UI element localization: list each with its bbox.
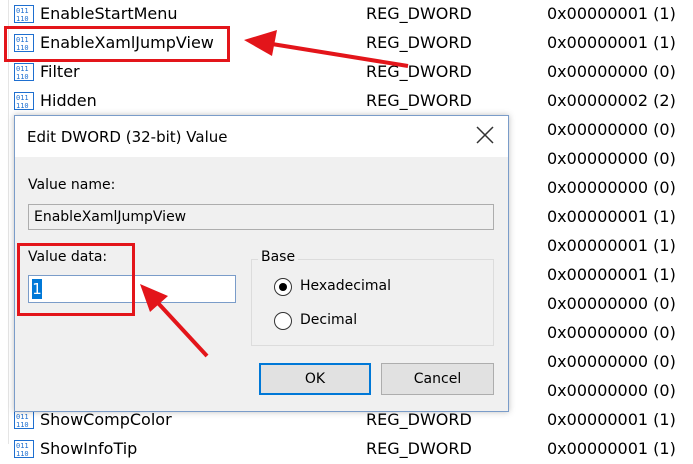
- svg-text:011: 011: [16, 7, 29, 15]
- decimal-label: Decimal: [300, 312, 358, 328]
- base-label: Base: [258, 249, 299, 265]
- hex-radio-circle: [274, 278, 292, 296]
- decimal-radio[interactable]: Decimal: [274, 312, 474, 334]
- hex-radio-dot: [279, 283, 287, 291]
- value-name-label: Value name:: [28, 177, 116, 193]
- registry-row-name: Hidden: [40, 91, 97, 110]
- registry-row[interactable]: 011 110 ShowInfoTip REG_DWORD 0x00000001 (1): [0, 435, 693, 464]
- dialog-title-bar: Edit DWORD (32-bit) Value: [15, 116, 508, 157]
- reg-dword-icon: 011 110: [14, 63, 34, 81]
- registry-row-data: 0x00000000 (0): [547, 323, 676, 342]
- reg-dword-icon: 011 110: [14, 440, 34, 458]
- registry-row-data: 0x00000000 (0): [547, 120, 676, 139]
- registry-row[interactable]: 011 110 Hidden REG_DWORD 0x00000002 (2): [0, 87, 693, 116]
- registry-row-data: 0x00000000 (0): [547, 178, 676, 197]
- registry-row-data: 0x00000001 (1): [547, 33, 676, 52]
- registry-row-data: 0x00000001 (1): [547, 439, 676, 458]
- svg-text:110: 110: [16, 421, 29, 429]
- registry-row-type: REG_DWORD: [366, 62, 472, 81]
- registry-row-data: 0x00000001 (1): [547, 4, 676, 23]
- registry-row-type: REG_DWORD: [366, 33, 472, 52]
- svg-text:011: 011: [16, 94, 29, 102]
- registry-row-name: ShowInfoTip: [40, 439, 138, 458]
- svg-text:110: 110: [16, 15, 29, 23]
- base-groupbox: Base Hexadecimal Decimal: [251, 249, 494, 346]
- reg-dword-icon: 011 110: [14, 5, 34, 23]
- svg-text:110: 110: [16, 102, 29, 110]
- close-icon[interactable]: [474, 124, 496, 146]
- svg-text:011: 011: [16, 442, 29, 450]
- reg-dword-icon: 011 110: [14, 411, 34, 429]
- svg-text:011: 011: [16, 413, 29, 421]
- registry-row-data: 0x00000000 (0): [547, 294, 676, 313]
- registry-row-data: 0x00000001 (1): [547, 207, 676, 226]
- svg-text:110: 110: [16, 450, 29, 458]
- dec-radio-circle: [274, 312, 292, 330]
- registry-row-type: REG_DWORD: [366, 4, 472, 23]
- ok-button[interactable]: OK: [259, 363, 371, 395]
- value-name-field: EnableXamlJumpView: [28, 204, 494, 230]
- registry-row-data: 0x00000000 (0): [547, 352, 676, 371]
- registry-row-data: 0x00000001 (1): [547, 265, 676, 284]
- reg-dword-icon: 011 110: [14, 92, 34, 110]
- dialog-title: Edit DWORD (32-bit) Value: [27, 128, 228, 146]
- registry-row-data: 0x00000000 (0): [547, 381, 676, 400]
- registry-row[interactable]: 011 110 Filter REG_DWORD 0x00000000 (0): [0, 58, 693, 87]
- value-name-text: EnableXamlJumpView: [34, 209, 187, 225]
- registry-row-name: Filter: [40, 62, 80, 81]
- registry-row-name: ShowCompColor: [40, 410, 172, 429]
- registry-row-data: 0x00000001 (1): [547, 236, 676, 255]
- svg-text:110: 110: [16, 73, 29, 81]
- registry-row-type: REG_DWORD: [366, 91, 472, 110]
- highlight-box-value-data: [17, 243, 135, 316]
- svg-text:011: 011: [16, 65, 29, 73]
- registry-row-type: REG_DWORD: [366, 439, 472, 458]
- registry-row-data: 0x00000000 (0): [547, 62, 676, 81]
- registry-row-name: EnableStartMenu: [40, 4, 178, 23]
- registry-row-type: REG_DWORD: [366, 410, 472, 429]
- registry-row-data: 0x00000000 (0): [547, 149, 676, 168]
- registry-row-data: 0x00000001 (1): [547, 410, 676, 429]
- hexadecimal-radio[interactable]: Hexadecimal: [274, 278, 474, 300]
- highlight-box-value-name: [4, 26, 230, 62]
- registry-row[interactable]: 011 110 EnableStartMenu REG_DWORD 0x00000001…: [0, 0, 693, 29]
- cancel-button[interactable]: Cancel: [381, 363, 494, 395]
- registry-row-data: 0x00000002 (2): [547, 91, 676, 110]
- hexadecimal-label: Hexadecimal: [300, 278, 391, 294]
